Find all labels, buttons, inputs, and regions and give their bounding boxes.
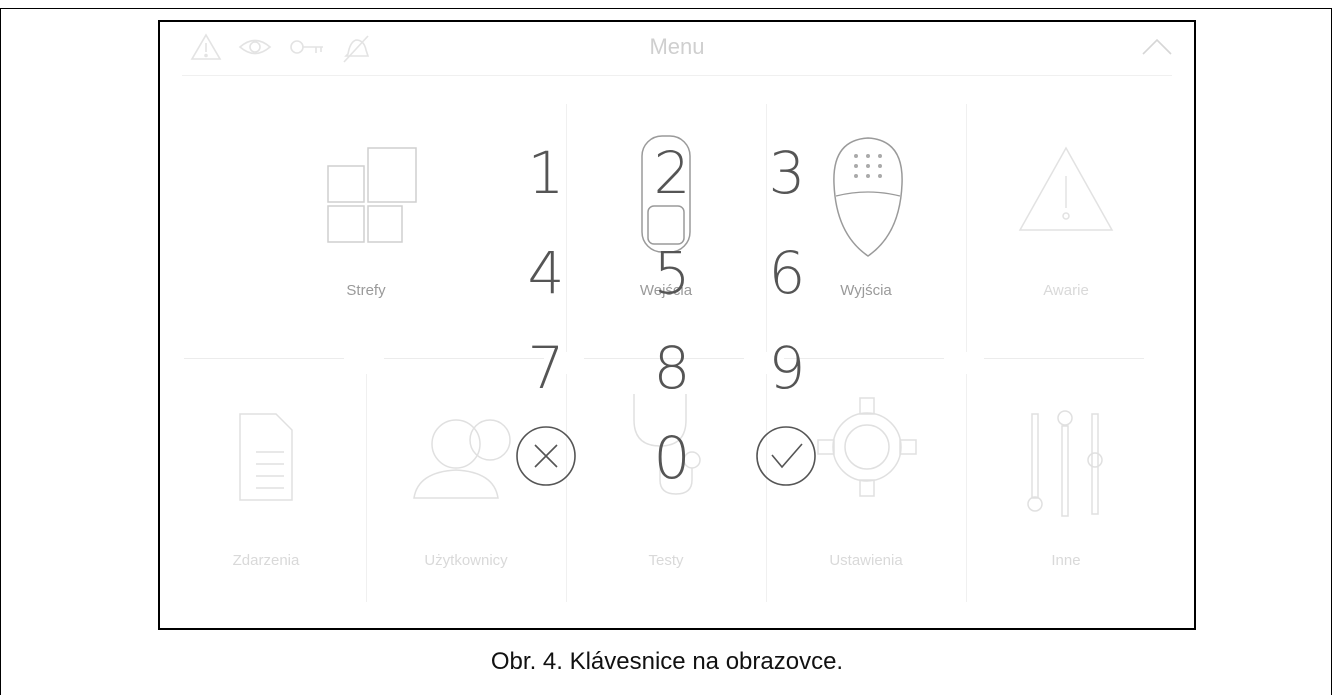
gear-icon — [817, 397, 917, 497]
warning-triangle-icon — [1018, 146, 1114, 231]
key-9[interactable]: 9 — [742, 337, 832, 399]
cancel-icon[interactable] — [514, 424, 578, 488]
figure-caption: Obr. 4. Klávesnice na obrazovce. — [490, 648, 844, 675]
tile-uzytkownicy[interactable]: Użytkownicy — [366, 374, 566, 602]
users-icon — [413, 419, 511, 499]
top-bar-divider — [182, 75, 1172, 76]
menu-title: Menu — [649, 34, 705, 59]
key-8[interactable]: 8 — [627, 337, 717, 399]
key-3[interactable]: 3 — [742, 142, 832, 204]
tile-label: Strefy — [346, 282, 386, 299]
tile-label: Ustawienia — [829, 552, 903, 569]
tile-inne[interactable]: Inne — [966, 374, 1166, 602]
tile-zdarzenia[interactable]: Zdarzenia — [166, 374, 366, 602]
key-0[interactable]: 0 — [627, 427, 717, 489]
tile-label: Inne — [1051, 552, 1081, 569]
tile-awarie[interactable]: Awarie — [966, 104, 1166, 352]
tile-label: Użytkownicy — [424, 552, 508, 569]
top-bar: Menu — [160, 22, 1194, 76]
key-1[interactable]: 1 — [501, 142, 591, 204]
tile-label: Testy — [648, 552, 684, 569]
confirm-icon[interactable] — [754, 424, 818, 488]
tile-ustawienia[interactable]: Ustawienia — [766, 374, 966, 602]
key-2[interactable]: 2 — [627, 142, 717, 204]
tile-label: Zdarzenia — [232, 552, 300, 569]
chevron-up-icon[interactable] — [1140, 36, 1174, 58]
document-list-icon — [239, 413, 293, 501]
tile-label: Awarie — [1043, 282, 1089, 299]
key-5[interactable]: 5 — [627, 242, 717, 304]
key-4[interactable]: 4 — [501, 242, 591, 304]
grid-divider — [184, 358, 344, 359]
siren-icon — [833, 137, 903, 257]
grid-divider — [984, 358, 1144, 359]
key-7[interactable]: 7 — [501, 337, 591, 399]
sliders-icon — [1027, 410, 1103, 517]
tile-strefy[interactable]: Strefy — [266, 104, 466, 352]
touch-screen: Menu Strefy Wejścia Wyjścia Awarie Zdarz… — [158, 20, 1196, 630]
zones-icon — [327, 147, 417, 243]
key-6[interactable]: 6 — [742, 242, 832, 304]
